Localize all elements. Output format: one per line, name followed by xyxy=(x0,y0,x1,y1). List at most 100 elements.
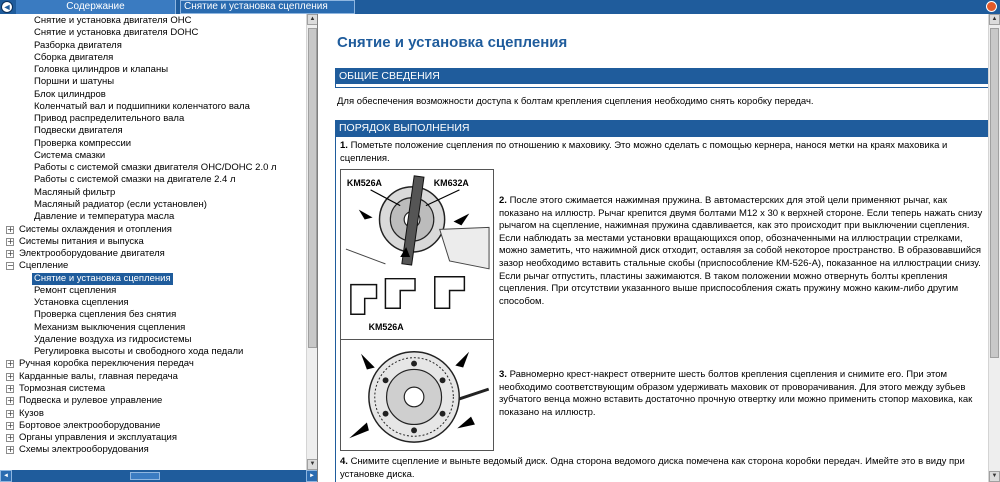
tree-topic-item[interactable]: Давление и температура масла xyxy=(0,211,306,223)
tree-topic-item[interactable]: Работы с системой смазки на двигателе 2.… xyxy=(0,174,306,186)
tree-item-label[interactable]: Блок цилиндров xyxy=(32,89,108,101)
expand-icon[interactable]: + xyxy=(6,250,14,259)
expand-icon[interactable]: + xyxy=(6,409,14,418)
tab-current-topic[interactable]: Снятие и установка сцепления xyxy=(180,0,355,14)
tree-item-label[interactable]: Давление и температура масла xyxy=(32,211,176,223)
scroll-thumb[interactable] xyxy=(990,28,999,358)
tree-folder-item[interactable]: + Системы охлаждения и отопления xyxy=(0,224,306,236)
expand-icon[interactable]: + xyxy=(6,446,14,455)
tree-item-label[interactable]: Системы охлаждения и отопления xyxy=(17,224,174,236)
tree-folder-item[interactable]: + Кузов xyxy=(0,408,306,420)
tree-item-label[interactable]: Схемы электрооборудования xyxy=(17,444,151,456)
tree-topic-item[interactable]: Работы с системой смазки двигателя OHC/D… xyxy=(0,162,306,174)
tree-item-label[interactable]: Удаление воздуха из гидросистемы xyxy=(32,334,193,346)
tree-item-label[interactable]: Привод распределительного вала xyxy=(32,113,186,125)
tree-topic-item[interactable]: Снятие и установка двигателя DOHC xyxy=(0,27,306,39)
tree-topic-item[interactable]: Ремонт сцепления xyxy=(0,285,306,297)
tree-topic-item[interactable]: Проверка сцепления без снятия xyxy=(0,309,306,321)
tree-topic-item[interactable]: Система смазки xyxy=(0,150,306,162)
tree-topic-item[interactable]: Снятие и установка сцепления xyxy=(0,272,306,285)
tree-item-label[interactable]: Система смазки xyxy=(32,150,107,162)
back-arrow-icon[interactable]: ◄ xyxy=(1,1,13,13)
tree-folder-item[interactable]: + Системы питания и выпуска xyxy=(0,236,306,248)
tree-folder-item[interactable]: + Ручная коробка переключения передач xyxy=(0,358,306,370)
tree-topic-item[interactable]: Проверка компрессии xyxy=(0,138,306,150)
tree-item-label[interactable]: Органы управления и эксплуатация xyxy=(17,432,179,444)
tab-contents[interactable]: Содержание xyxy=(16,0,176,14)
tree-topic-item[interactable]: Регулировка высоты и свободного хода пед… xyxy=(0,346,306,358)
tree-item-label[interactable]: Головка цилиндров и клапаны xyxy=(32,64,170,76)
scroll-up-icon[interactable]: ▲ xyxy=(307,14,317,25)
tree-item-label[interactable]: Кузов xyxy=(17,408,46,420)
tree-folder-item[interactable]: + Карданные валы, главная передача xyxy=(0,371,306,383)
tree-folder-item[interactable]: + Бортовое электрооборудование xyxy=(0,420,306,432)
expand-icon[interactable]: + xyxy=(6,434,14,443)
scroll-right-icon[interactable]: ► xyxy=(306,470,317,482)
tree-item-label[interactable]: Снятие и установка двигателя OHC xyxy=(32,15,193,27)
expand-icon[interactable]: + xyxy=(6,372,14,381)
tree-topic-item[interactable]: Масляный фильтр xyxy=(0,187,306,199)
collapse-icon[interactable]: − xyxy=(6,262,14,271)
tree-folder-item[interactable]: + Электрооборудование двигателя xyxy=(0,248,306,260)
scroll-thumb[interactable] xyxy=(308,28,317,348)
tree-topic-item[interactable]: Удаление воздуха из гидросистемы xyxy=(0,334,306,346)
tree-item-label[interactable]: Установка сцепления xyxy=(32,297,131,309)
expand-icon[interactable]: + xyxy=(6,421,14,430)
tree-topic-item[interactable]: Снятие и установка двигателя OHC xyxy=(0,15,306,27)
tree-item-label[interactable]: Подвеска и рулевое управление xyxy=(17,395,164,407)
expand-icon[interactable]: + xyxy=(6,225,14,234)
scroll-down-icon[interactable]: ▼ xyxy=(307,459,317,470)
tree-folder-item[interactable]: + Подвеска и рулевое управление xyxy=(0,395,306,407)
tree-folder-item[interactable]: + Органы управления и эксплуатация xyxy=(0,432,306,444)
tree-topic-item[interactable]: Головка цилиндров и клапаны xyxy=(0,64,306,76)
document-vertical-scrollbar[interactable]: ▲ ▼ xyxy=(988,14,1000,482)
tree-item-label[interactable]: Тормозная система xyxy=(17,383,107,395)
tree-vertical-scrollbar[interactable]: ▲ ▼ xyxy=(306,14,317,470)
tree-item-label[interactable]: Снятие и установка сцепления xyxy=(32,272,173,285)
tree-item-label[interactable]: Электрооборудование двигателя xyxy=(17,248,167,260)
tree-topic-item[interactable]: Привод распределительного вала xyxy=(0,113,306,125)
tree-item-label[interactable]: Карданные валы, главная передача xyxy=(17,371,180,383)
expand-icon[interactable]: + xyxy=(6,237,14,246)
tree-topic-item[interactable]: Разборка двигателя xyxy=(0,40,306,52)
tree-folder-item[interactable]: + Схемы электрооборудования xyxy=(0,444,306,456)
tree-folder-item[interactable]: − Сцепление xyxy=(0,260,306,272)
tree-horizontal-scrollbar[interactable]: ◄ ► xyxy=(0,470,317,482)
expand-icon[interactable]: + xyxy=(6,397,14,406)
tree-item-label[interactable]: Механизм выключения сцепления xyxy=(32,322,187,334)
tree-topic-item[interactable]: Механизм выключения сцепления xyxy=(0,322,306,334)
tree-item-label[interactable]: Бортовое электрооборудование xyxy=(17,420,162,432)
scroll-thumb[interactable] xyxy=(130,472,160,480)
close-icon[interactable] xyxy=(986,1,997,12)
tree-item-label[interactable]: Ручная коробка переключения передач xyxy=(17,358,196,370)
tree-topic-item[interactable]: Коленчатый вал и подшипники коленчатого … xyxy=(0,101,306,113)
tree-item-label[interactable]: Системы питания и выпуска xyxy=(17,236,146,248)
tree-item-label[interactable]: Подвески двигателя xyxy=(32,125,125,137)
tree-folder-item[interactable]: + Тормозная система xyxy=(0,383,306,395)
tree-item-label[interactable]: Масляный радиатор (если установлен) xyxy=(32,199,209,211)
tree-item-label[interactable]: Коленчатый вал и подшипники коленчатого … xyxy=(32,101,252,113)
tree-item-label[interactable]: Снятие и установка двигателя DOHC xyxy=(32,27,200,39)
tree-topic-item[interactable]: Поршни и шатуны xyxy=(0,76,306,88)
tree-topic-item[interactable]: Блок цилиндров xyxy=(0,89,306,101)
scroll-up-icon[interactable]: ▲ xyxy=(989,14,1000,25)
scroll-down-icon[interactable]: ▼ xyxy=(989,471,1000,482)
tree-topic-item[interactable]: Подвески двигателя xyxy=(0,125,306,137)
tree-item-label[interactable]: Работы с системой смазки на двигателе 2.… xyxy=(32,174,238,186)
tree-item-label[interactable]: Проверка компрессии xyxy=(32,138,133,150)
tree-item-label[interactable]: Проверка сцепления без снятия xyxy=(32,309,178,321)
expand-icon[interactable]: + xyxy=(6,360,14,369)
tree-item-label[interactable]: Сцепление xyxy=(17,260,70,272)
tree-item-label[interactable]: Масляный фильтр xyxy=(32,187,117,199)
tree-item-label[interactable]: Работы с системой смазки двигателя OHC/D… xyxy=(32,162,279,174)
expand-icon[interactable]: + xyxy=(6,384,14,393)
tree-item-label[interactable]: Ремонт сцепления xyxy=(32,285,118,297)
tree-item-label[interactable]: Сборка двигателя xyxy=(32,52,115,64)
tree-topic-item[interactable]: Сборка двигателя xyxy=(0,52,306,64)
tree-item-label[interactable]: Поршни и шатуны xyxy=(32,76,116,88)
tree-item-label[interactable]: Регулировка высоты и свободного хода пед… xyxy=(32,346,245,358)
tree-topic-item[interactable]: Установка сцепления xyxy=(0,297,306,309)
scroll-left-icon[interactable]: ◄ xyxy=(0,470,12,482)
tree-topic-item[interactable]: Масляный радиатор (если установлен) xyxy=(0,199,306,211)
tree-item-label[interactable]: Разборка двигателя xyxy=(32,40,124,52)
